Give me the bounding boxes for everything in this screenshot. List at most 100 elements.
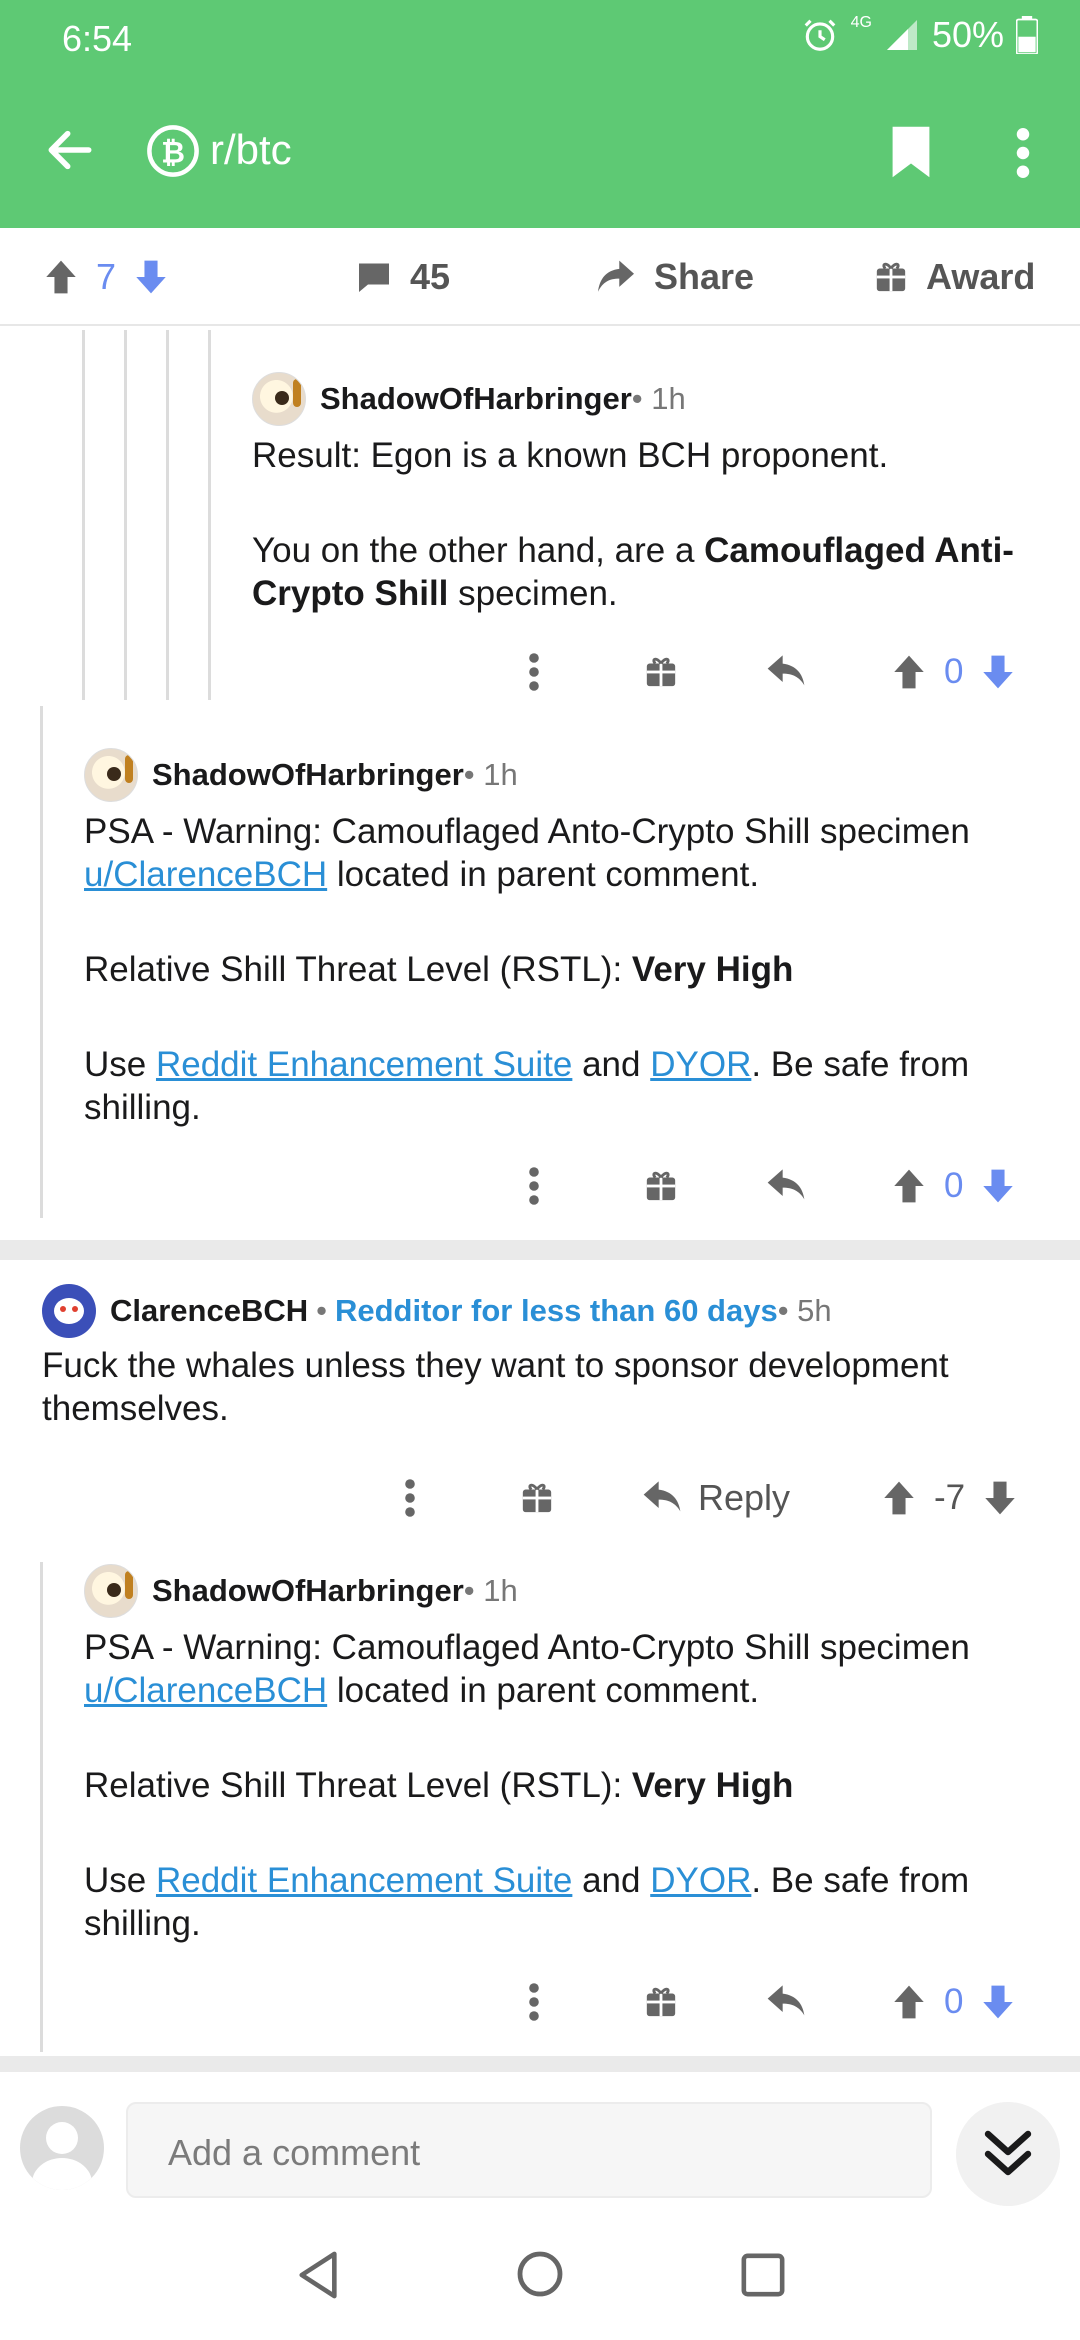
dyor-link[interactable]: DYOR (650, 1045, 751, 1084)
signal-icon (886, 20, 917, 50)
comment-body: Fuck the whales unless they want to spon… (42, 1344, 1042, 1430)
avatar[interactable] (42, 1284, 96, 1338)
more-vert-icon[interactable] (1010, 128, 1036, 178)
comment-header: ClarenceBCH • Redditor for less than 60 … (42, 1284, 832, 1338)
reply-icon[interactable] (766, 642, 806, 702)
app-bar: ₿ r/btc (0, 100, 1080, 200)
comment-paragraph: PSA - Warning: Camouflaged Anto-Crypto S… (84, 812, 970, 894)
downvote-icon[interactable] (983, 1480, 1017, 1516)
comment-score: 0 (944, 1982, 964, 2021)
post-share-label: Share (654, 256, 755, 297)
more-vert-icon[interactable] (526, 642, 542, 702)
avatar[interactable] (84, 1564, 138, 1618)
reply-icon[interactable] (766, 1972, 806, 2032)
comment-author[interactable]: ClarenceBCH (110, 1293, 308, 1329)
post-action-bar: 7 45 Share Award (0, 228, 1080, 326)
comment-actions: 0 (0, 1972, 1080, 2032)
status-time: 6:54 (62, 18, 133, 59)
avatar[interactable] (84, 748, 138, 802)
comment-paragraph: Relative Shill Threat Level (RSTL): Very… (84, 950, 794, 989)
post-score: 7 (96, 256, 117, 297)
upvote-icon[interactable] (892, 1984, 926, 2020)
post-vote: 7 (44, 228, 168, 326)
reply-icon (643, 1481, 681, 1512)
gift-icon (876, 262, 906, 292)
nav-home-icon[interactable] (516, 2250, 564, 2298)
comment-header: ShadowOfHarbringer • 1h (84, 1564, 518, 1618)
comment-icon (359, 263, 389, 292)
comment-composer: Add a comment (0, 2090, 1080, 2208)
user-flair: Redditor for less than 60 days (334, 1293, 778, 1328)
comment-actions: 0 (0, 1156, 1080, 1216)
alarm-icon (804, 19, 835, 51)
avatar[interactable] (252, 372, 306, 426)
downvote-icon[interactable] (134, 259, 168, 295)
share-icon (598, 260, 634, 292)
bookmark-icon[interactable] (888, 124, 934, 180)
comment-meta: • 1h (631, 381, 686, 416)
user-link[interactable]: u/ClarenceBCH (84, 855, 327, 894)
comment-paragraph: Fuck the whales unless they want to spon… (42, 1346, 949, 1428)
upvote-icon[interactable] (892, 1168, 926, 1204)
comment-vote: 0 (892, 1972, 1015, 2032)
reply-icon[interactable] (766, 1156, 806, 1216)
add-comment-input[interactable]: Add a comment (126, 2102, 932, 2198)
downvote-icon[interactable] (981, 1984, 1015, 2020)
res-link[interactable]: Reddit Enhancement Suite (156, 1861, 572, 1900)
gift-icon[interactable] (520, 1468, 554, 1528)
comment-3: ClarenceBCH • Redditor for less than 60 … (0, 1260, 1080, 1550)
post-comment-count: 45 (410, 256, 451, 297)
battery-icon (1016, 16, 1038, 54)
post-share-button[interactable]: Share (596, 228, 754, 326)
reply-button[interactable]: Reply (642, 1468, 790, 1528)
nav-back-icon[interactable] (296, 2250, 342, 2300)
network-label: 4G (850, 14, 872, 31)
upvote-icon[interactable] (44, 259, 78, 295)
comment-score: 0 (944, 1166, 964, 1205)
comment-paragraph: Use Reddit Enhancement Suite and DYOR. B… (84, 1861, 970, 1943)
avatar[interactable] (20, 2106, 104, 2190)
system-nav-bar (0, 2208, 1080, 2340)
comment-body: Result: Egon is a known BCH proponent. Y… (252, 434, 1052, 615)
comment-meta: • 5h (777, 1293, 832, 1328)
status-icons: 4G 50% (801, 14, 1038, 56)
upvote-icon[interactable] (882, 1480, 916, 1516)
comment-author[interactable]: ShadowOfHarbringer (152, 1573, 464, 1609)
status-bar: 6:54 4G 50% (0, 0, 1080, 80)
comment-score: -7 (934, 1478, 966, 1517)
res-link[interactable]: Reddit Enhancement Suite (156, 1045, 572, 1084)
post-comments-button[interactable]: 45 (356, 228, 450, 326)
comment-header: ShadowOfHarbringer • 1h (252, 372, 686, 426)
dyor-link[interactable]: DYOR (650, 1861, 751, 1900)
user-link[interactable]: u/ClarenceBCH (84, 1671, 327, 1710)
bitcoin-icon[interactable]: ₿ (146, 124, 200, 178)
comment-vote: 0 (892, 1156, 1015, 1216)
comment-header: ShadowOfHarbringer • 1h (84, 748, 518, 802)
more-vert-icon[interactable] (526, 1972, 542, 2032)
subreddit-title[interactable]: r/btc (210, 126, 292, 174)
comment-actions: Reply -7 (0, 1468, 1080, 1528)
more-vert-icon[interactable] (402, 1468, 418, 1528)
comment-author[interactable]: ShadowOfHarbringer (320, 381, 632, 417)
gift-icon[interactable] (644, 1972, 678, 2032)
post-award-button[interactable]: Award (874, 228, 1035, 326)
thread-separator (0, 2056, 1080, 2072)
gift-icon[interactable] (644, 1156, 678, 1216)
downvote-icon[interactable] (981, 654, 1015, 690)
comment-author[interactable]: ShadowOfHarbringer (152, 757, 464, 793)
comment-score: 0 (944, 652, 964, 691)
double-chevron-down-icon[interactable] (956, 2102, 1060, 2206)
gift-icon[interactable] (644, 642, 678, 702)
more-vert-icon[interactable] (526, 1156, 542, 1216)
comment-paragraph: Use Reddit Enhancement Suite and DYOR. B… (84, 1045, 970, 1127)
separator-dot: • (316, 1293, 327, 1328)
comment-meta: • 1h (463, 757, 518, 792)
comment-paragraph: Relative Shill Threat Level (RSTL): Very… (84, 1766, 794, 1805)
upvote-icon[interactable] (892, 654, 926, 690)
downvote-icon[interactable] (981, 1168, 1015, 1204)
comment-4: ShadowOfHarbringer • 1h PSA - Warning: C… (0, 1522, 1080, 2052)
comment-body: PSA - Warning: Camouflaged Anto-Crypto S… (84, 1626, 1064, 1945)
comment-vote: 0 (892, 642, 1015, 702)
nav-recents-icon[interactable] (740, 2252, 786, 2298)
back-arrow-icon[interactable] (40, 122, 100, 178)
